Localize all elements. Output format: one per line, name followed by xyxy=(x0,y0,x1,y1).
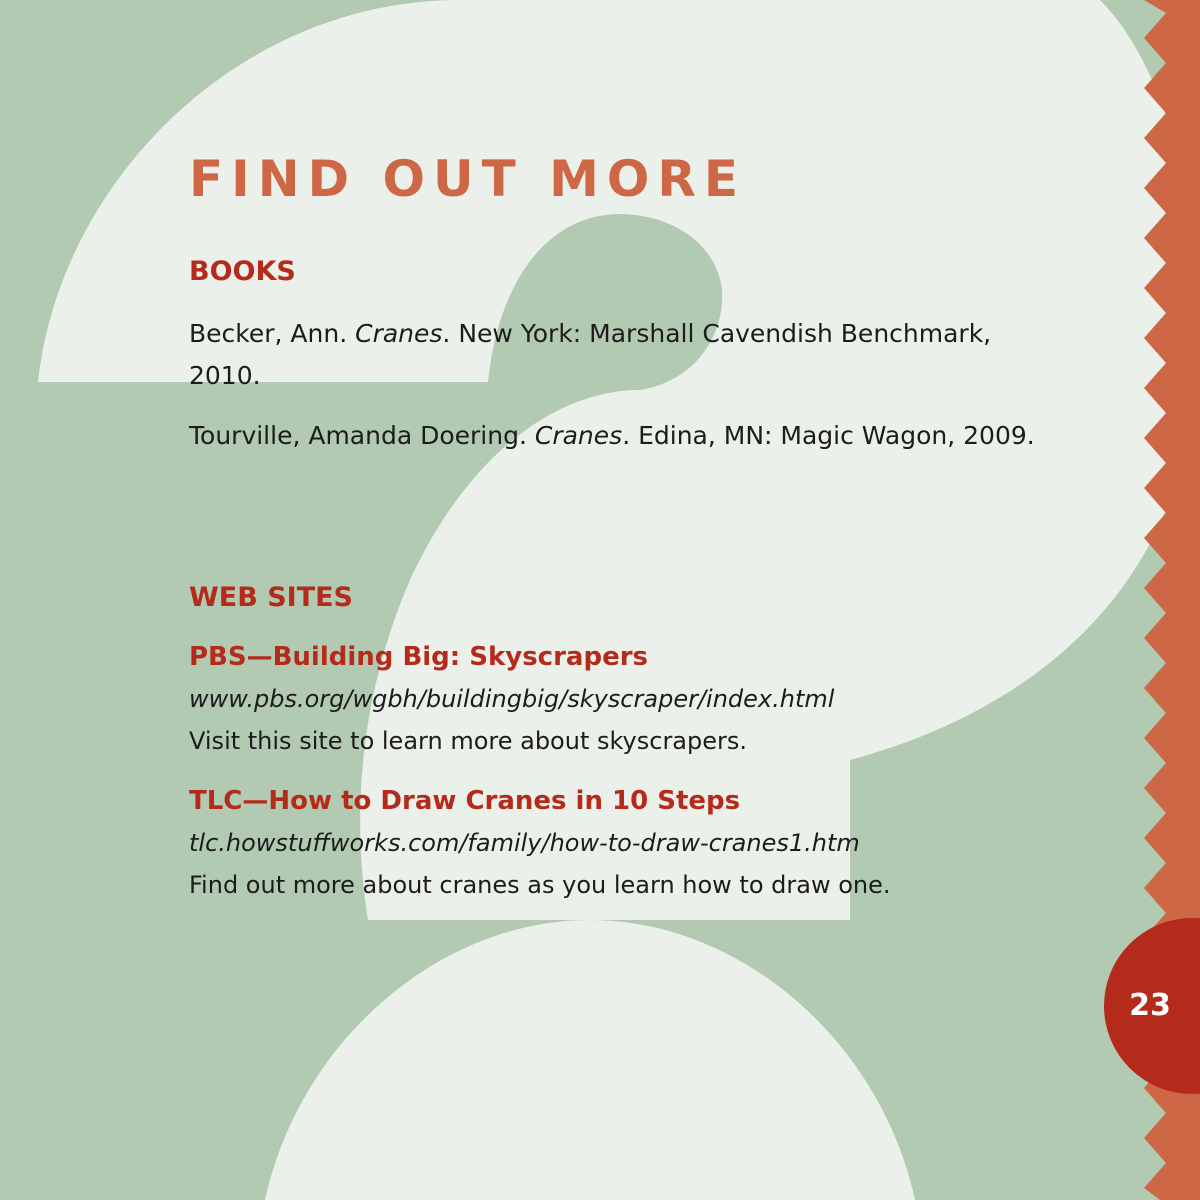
website-title: TLC—How to Draw Cranes in 10 Steps xyxy=(189,786,741,816)
web-sites-heading: WEB SITES xyxy=(189,582,354,613)
book-title: Cranes xyxy=(355,319,443,348)
book-entry: Becker, Ann. Cranes. New York: Marshall … xyxy=(189,313,1049,397)
books-heading: BOOKS xyxy=(189,256,296,287)
book-title: Cranes xyxy=(534,421,623,450)
page-number: 23 xyxy=(1129,988,1171,1023)
website-description: Visit this site to learn more about skys… xyxy=(189,727,748,755)
question-mark-dot xyxy=(265,920,915,1200)
question-mark-shape xyxy=(38,0,1196,920)
website-url[interactable]: tlc.howstuffworks.com/family/how-to-draw… xyxy=(189,829,860,857)
website-title: PBS—Building Big: Skyscrapers xyxy=(189,642,648,672)
website-url[interactable]: www.pbs.org/wgbh/buildingbig/skyscraper/… xyxy=(189,685,834,713)
book-entry: Tourville, Amanda Doering. Cranes. Edina… xyxy=(189,415,1049,457)
book-author: Becker, Ann. xyxy=(189,319,356,348)
website-description: Find out more about cranes as you learn … xyxy=(189,871,891,899)
page-title: FIND OUT MORE xyxy=(189,150,747,208)
book-publisher: . Edina, MN: Magic Wagon, 2009. xyxy=(622,421,1035,450)
book-author: Tourville, Amanda Doering. xyxy=(189,421,535,450)
